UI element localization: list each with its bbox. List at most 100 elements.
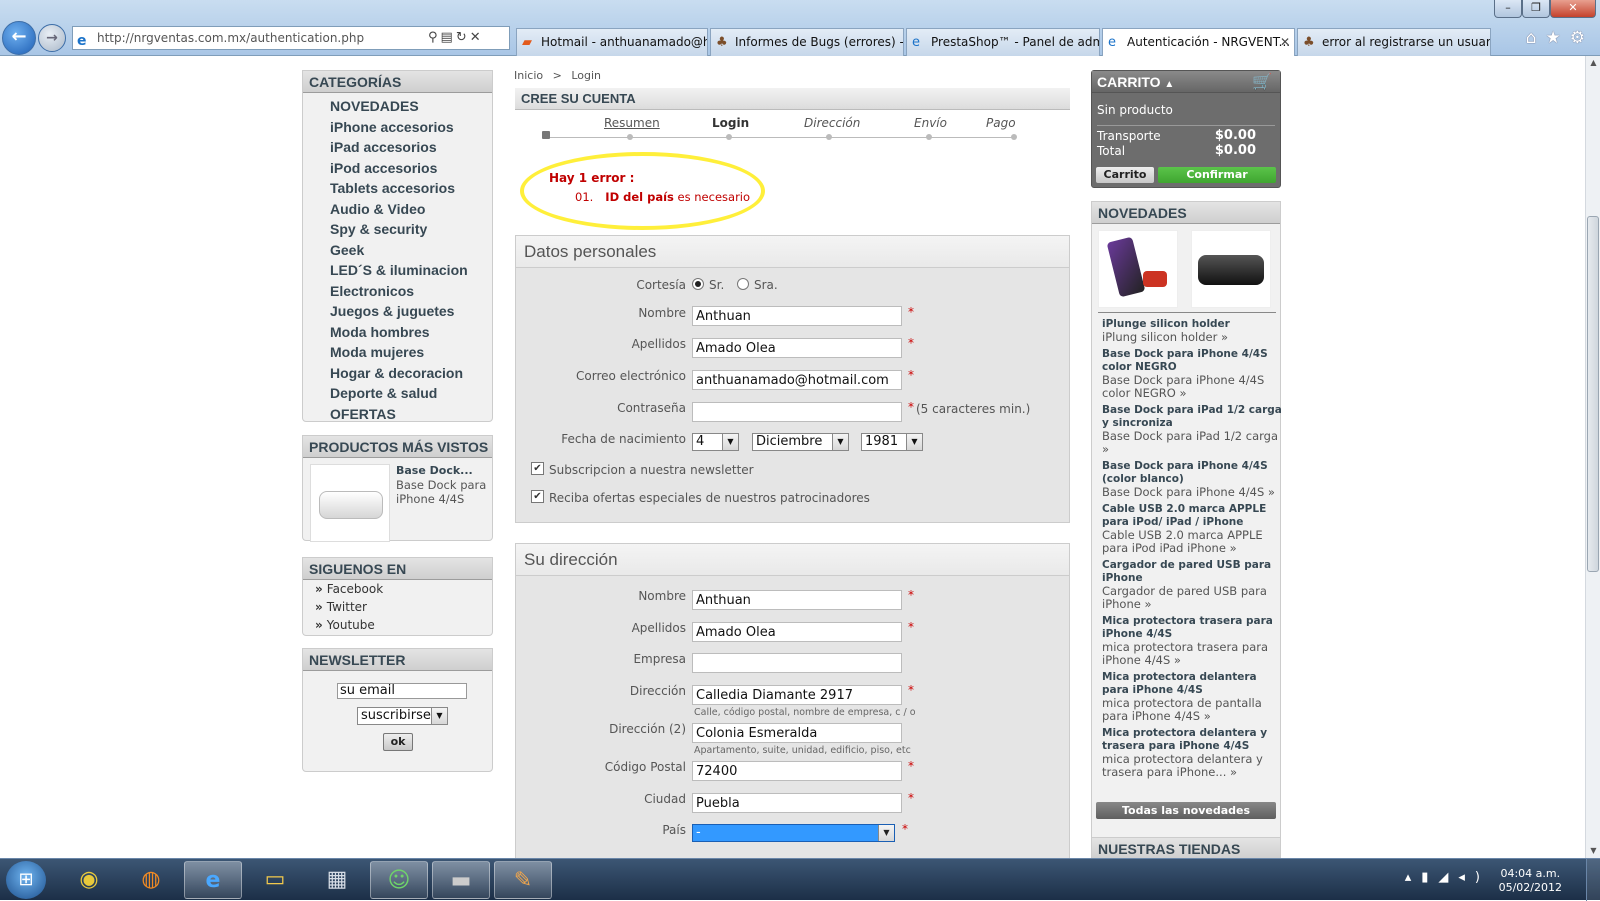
back-button[interactable]: ←: [2, 21, 36, 55]
twitter-link[interactable]: » Twitter: [303, 598, 492, 616]
scrollbar-thumb[interactable]: [1587, 216, 1599, 572]
list-item[interactable]: Base Dock para iPhone 4/4S (color blanco…: [1092, 460, 1282, 499]
category-link[interactable]: Tablets accesorios: [303, 178, 492, 199]
stop-icon[interactable]: ✕: [470, 30, 484, 45]
city-input[interactable]: Puebla: [692, 793, 902, 813]
category-link[interactable]: Spy & security: [303, 219, 492, 240]
facebook-link[interactable]: » Facebook: [303, 580, 492, 598]
device-taskbar-icon[interactable]: ▬: [432, 861, 490, 899]
category-link[interactable]: Electronicos: [303, 281, 492, 302]
product-thumb[interactable]: [310, 464, 390, 542]
chrome-taskbar-icon[interactable]: ◉: [60, 861, 118, 899]
list-item[interactable]: Mica protectora trasera para iPhone 4/4S…: [1092, 615, 1282, 667]
newsletter-action-select[interactable]: suscribirse ▼: [357, 707, 448, 725]
category-link[interactable]: Moda mujeres: [303, 342, 492, 363]
radio-sr[interactable]: [692, 278, 704, 290]
last-name-input[interactable]: Amado Olea: [692, 338, 902, 358]
addr-first-name-input[interactable]: Anthuan: [692, 590, 902, 610]
minimize-button[interactable]: –: [1494, 0, 1522, 18]
list-item[interactable]: Mica protectora delantera para iPhone 4/…: [1092, 671, 1282, 723]
step-resumen[interactable]: Resumen: [604, 116, 660, 130]
list-item[interactable]: Mica protectora delantera y trasera para…: [1092, 727, 1282, 779]
tab-admin[interactable]: ePrestaShop™ - Panel de admi...: [906, 28, 1100, 56]
category-link[interactable]: iPhone accesorios: [303, 117, 492, 138]
all-novedades-button[interactable]: Todas las novedades: [1096, 802, 1276, 819]
list-item[interactable]: iPlunge silicon holder iPlung silicon hol…: [1092, 318, 1282, 344]
category-link[interactable]: Hogar & decoracion: [303, 363, 492, 384]
calculator-taskbar-icon[interactable]: ▦: [308, 861, 366, 899]
list-item[interactable]: Base Dock para iPad 1/2 carga y sincroni…: [1092, 404, 1282, 456]
email-input[interactable]: anthuanamado@hotmail.com: [692, 370, 902, 390]
birth-month-select[interactable]: Diciembre ▼: [752, 433, 849, 451]
search-icon[interactable]: ⚲: [428, 30, 441, 45]
category-link[interactable]: Audio & Video: [303, 199, 492, 220]
tab-hotmail[interactable]: ▰ Hotmail - anthuanamado@h...: [516, 28, 708, 56]
postcode-input[interactable]: 72400: [692, 761, 902, 781]
home-icon[interactable]: ⌂: [1526, 28, 1546, 48]
compat-icon[interactable]: ▤: [441, 30, 456, 45]
youtube-link[interactable]: » Youtube: [303, 616, 492, 634]
scroll-up-icon[interactable]: ▲: [1586, 56, 1600, 70]
newsletter-ok-button[interactable]: ok: [383, 733, 413, 751]
addr-last-name-input[interactable]: Amado Olea: [692, 622, 902, 642]
cart-button[interactable]: Carrito: [1096, 167, 1154, 183]
messenger-taskbar-icon[interactable]: ☺: [370, 861, 428, 899]
category-link[interactable]: iPad accesorios: [303, 137, 492, 158]
radio-sra[interactable]: [737, 278, 749, 290]
newsletter-email-input[interactable]: su email: [337, 683, 467, 699]
birth-day-select[interactable]: 4 ▼: [692, 433, 739, 451]
forward-button[interactable]: →: [38, 24, 66, 52]
category-link[interactable]: Moda hombres: [303, 322, 492, 343]
cart-header[interactable]: CARRITO ▲ 🛒: [1092, 71, 1280, 93]
offers-checkbox-label: Reciba ofertas especiales de nuestros pa…: [549, 491, 870, 505]
address2-input[interactable]: Colonia Esmeralda: [692, 723, 902, 743]
address-tools: ⚲▤↻✕: [428, 27, 510, 49]
signal-icon[interactable]: ◢: [1438, 870, 1458, 885]
list-item[interactable]: Base Dock para iPhone 4/4S color NEGRO Ba…: [1092, 348, 1282, 400]
category-link[interactable]: Geek: [303, 240, 492, 261]
favorites-icon[interactable]: ★: [1546, 28, 1570, 48]
vertical-scrollbar[interactable]: ▲ ▼: [1585, 56, 1600, 858]
ie-taskbar-icon[interactable]: e: [184, 861, 242, 899]
maximize-button[interactable]: ❐: [1522, 0, 1550, 18]
close-tab-icon[interactable]: ✕: [1280, 29, 1290, 55]
tray-arrow-icon[interactable]: ▴: [1405, 870, 1422, 885]
battery-icon[interactable]: ▮: [1421, 870, 1438, 885]
tab-error[interactable]: ♣error al registrarse un usuario ...: [1297, 28, 1491, 56]
offers-checkbox[interactable]: ✔: [531, 490, 544, 503]
address-input[interactable]: Calledia Diamante 2917: [692, 685, 902, 705]
breadcrumb-home[interactable]: Inicio: [514, 69, 543, 82]
company-input[interactable]: [692, 653, 902, 673]
firefox-taskbar-icon[interactable]: ◍: [122, 861, 180, 899]
category-link[interactable]: OFERTAS: [303, 404, 492, 425]
first-name-input[interactable]: Anthuan: [692, 306, 902, 326]
show-desktop-button[interactable]: [1586, 859, 1600, 901]
explorer-taskbar-icon[interactable]: ▭: [246, 861, 304, 899]
list-item[interactable]: Cable USB 2.0 marca APPLE para iPod/ iPa…: [1092, 503, 1282, 555]
category-link[interactable]: NOVEDADES: [303, 96, 492, 117]
product-thumb[interactable]: [1191, 230, 1271, 308]
refresh-icon[interactable]: ↻: [456, 30, 470, 45]
category-link[interactable]: Juegos & juguetes: [303, 301, 492, 322]
close-window-button[interactable]: ✕: [1550, 0, 1596, 18]
country-select[interactable]: - ▼: [692, 824, 895, 842]
confirm-button[interactable]: Confirmar: [1158, 167, 1276, 183]
volume-icon[interactable]: ◂): [1458, 870, 1490, 885]
viewed-product-desc[interactable]: Base Dock para iPhone 4/4S: [396, 478, 490, 506]
category-link[interactable]: iPod accesorios: [303, 158, 492, 179]
start-button[interactable]: ⊞: [6, 861, 46, 899]
viewed-product-name[interactable]: Base Dock...: [396, 464, 473, 477]
list-item[interactable]: Cargador de pared USB para iPhone Cargado…: [1092, 559, 1282, 611]
newsletter-checkbox[interactable]: ✔: [531, 462, 544, 475]
settings-gear-icon[interactable]: ⚙: [1570, 28, 1594, 48]
category-link[interactable]: LED´S & iluminacion: [303, 260, 492, 281]
category-link[interactable]: Deporte & salud: [303, 383, 492, 404]
paint-taskbar-icon[interactable]: ✎: [494, 861, 552, 899]
scroll-down-icon[interactable]: ▼: [1586, 844, 1600, 858]
tab-bugs[interactable]: ♣Informes de Bugs (errores) - P...: [710, 28, 904, 56]
tab-autenticacion[interactable]: e Autenticación - NRGVENT... ✕: [1102, 28, 1295, 57]
password-input[interactable]: [692, 402, 902, 422]
clock[interactable]: 04:04 a.m. 05/02/2012: [1499, 867, 1562, 895]
birth-year-select[interactable]: 1981 ▼: [861, 433, 923, 451]
product-thumb[interactable]: [1098, 230, 1178, 308]
